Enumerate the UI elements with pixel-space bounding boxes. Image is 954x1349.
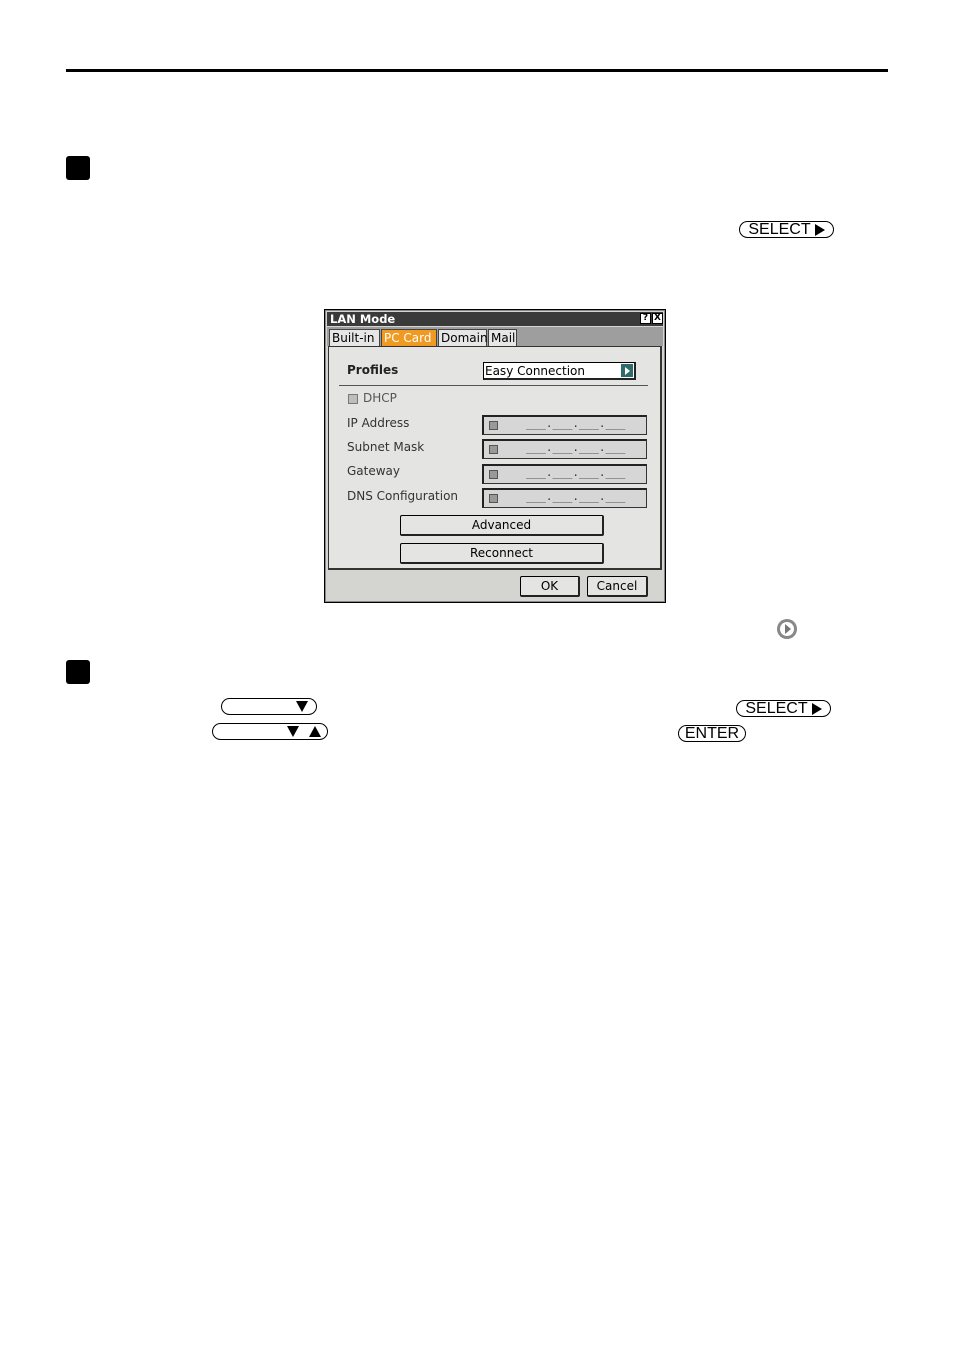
lan-mode-dialog: LAN Mode ? X Built-in PC Card Domain Mai…	[324, 309, 666, 603]
select-key-label: SELECT	[745, 700, 808, 717]
step-2-marker	[66, 660, 90, 684]
gateway-value: ___.___.___.___	[526, 466, 626, 479]
dialog-title: LAN Mode	[330, 312, 396, 326]
tab-strip: Built-in PC Card Domain Mail	[327, 327, 663, 346]
right-triangle-icon	[811, 702, 822, 715]
tab-built-in[interactable]: Built-in	[329, 329, 380, 346]
cancel-button[interactable]: Cancel	[587, 576, 648, 597]
subnet-mask-value: ___.___.___.___	[526, 441, 626, 454]
gateway-label: Gateway	[347, 464, 401, 478]
profiles-dropdown[interactable]: Easy Connection	[483, 362, 636, 380]
tab-pc-card[interactable]: PC Card	[381, 329, 437, 346]
advanced-button[interactable]: Advanced	[400, 515, 604, 536]
right-triangle-icon	[814, 223, 825, 236]
select-key-label: SELECT	[748, 221, 811, 238]
ip-address-value: ___.___.___.___	[526, 417, 626, 430]
down-key	[221, 698, 317, 715]
dhcp-checkbox[interactable]	[348, 394, 358, 404]
profiles-label: Profiles	[347, 363, 399, 377]
subnet-mask-label: Subnet Mask	[347, 440, 425, 454]
tab-domain[interactable]: Domain	[438, 329, 488, 346]
subnet-mask-field[interactable]: ___.___.___.___	[482, 439, 647, 459]
field-toggle-icon[interactable]	[489, 421, 498, 430]
dropdown-arrow-icon[interactable]	[621, 364, 633, 377]
dns-configuration-label: DNS Configuration	[347, 489, 459, 503]
enter-key: ENTER	[678, 725, 746, 742]
down-triangle-icon	[287, 726, 299, 737]
tab-mail[interactable]: Mail	[488, 329, 517, 346]
dhcp-label: DHCP	[363, 391, 397, 405]
field-toggle-icon[interactable]	[489, 445, 498, 454]
profiles-value: Easy Connection	[485, 364, 586, 378]
select-key: SELECT	[739, 221, 834, 238]
dialog-titlebar: LAN Mode ? X	[327, 312, 663, 326]
down-up-key	[212, 723, 328, 740]
field-toggle-icon[interactable]	[489, 470, 498, 479]
divider	[339, 385, 648, 386]
select-key-2: SELECT	[736, 700, 831, 717]
continue-arrow-icon	[777, 619, 797, 639]
ok-button[interactable]: OK	[520, 576, 580, 597]
step-1-marker	[66, 156, 90, 180]
enter-key-label: ENTER	[684, 725, 740, 742]
help-icon[interactable]: ?	[640, 313, 651, 324]
up-triangle-icon	[309, 726, 321, 737]
gateway-field[interactable]: ___.___.___.___	[482, 464, 647, 484]
close-icon[interactable]: X	[652, 313, 663, 324]
reconnect-button[interactable]: Reconnect	[400, 543, 604, 564]
header-rule	[66, 69, 888, 72]
down-triangle-icon	[296, 701, 308, 712]
ip-address-field[interactable]: ___.___.___.___	[482, 415, 647, 435]
field-toggle-icon[interactable]	[489, 494, 498, 503]
ip-address-label: IP Address	[347, 416, 410, 430]
dns-configuration-value: ___.___.___.___	[526, 490, 626, 503]
dns-configuration-field[interactable]: ___.___.___.___	[482, 488, 647, 508]
